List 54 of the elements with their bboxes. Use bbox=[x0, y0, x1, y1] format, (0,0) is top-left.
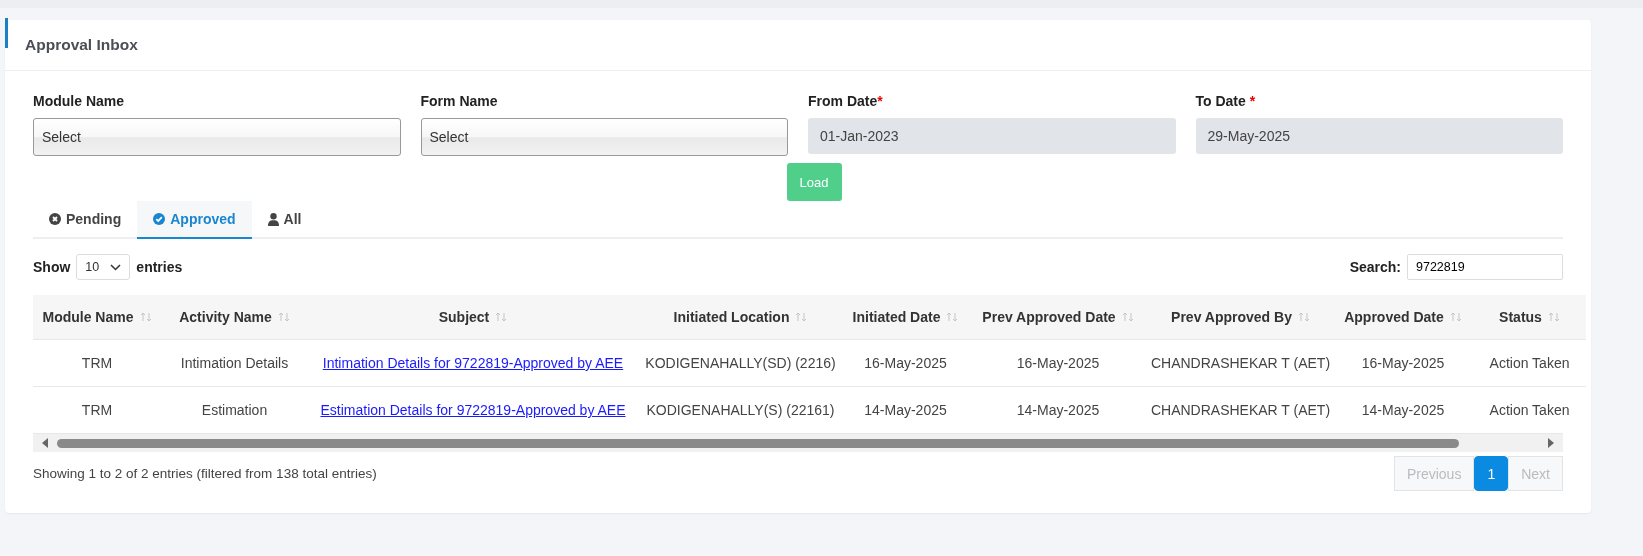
panel-title: Approval Inbox bbox=[25, 36, 138, 54]
search-field[interactable]: 9722819 bbox=[1407, 254, 1563, 280]
column-header[interactable]: Prev Approved By bbox=[1148, 295, 1333, 340]
subject-link[interactable]: Intimation Details for 9722819-Approved by AEE bbox=[322, 355, 624, 371]
tab[interactable]: All bbox=[251, 201, 318, 239]
sort-icon bbox=[795, 312, 808, 322]
page-size-select[interactable]: 10 bbox=[76, 254, 131, 280]
table-cell: Intimation Details bbox=[161, 339, 308, 387]
horizontal-scrollbar[interactable] bbox=[33, 433, 1563, 452]
close-circle-icon bbox=[49, 213, 61, 225]
show-label: Show bbox=[33, 259, 71, 275]
table-cell: CHANDRASHEKAR T (AET) bbox=[1148, 339, 1333, 387]
field-label: To Date * bbox=[1195, 93, 1257, 109]
user-icon bbox=[267, 212, 279, 226]
column-header[interactable]: Approved Date bbox=[1333, 295, 1473, 340]
table-cell: TRM bbox=[33, 339, 161, 387]
column-header[interactable]: Initiated Location bbox=[638, 295, 843, 340]
scroll-left-icon[interactable] bbox=[41, 438, 49, 448]
column-header[interactable]: Activity Name bbox=[161, 295, 308, 340]
sort-icon bbox=[139, 312, 152, 322]
tab[interactable]: Pending bbox=[33, 201, 138, 239]
tab[interactable]: Approved bbox=[137, 201, 252, 239]
column-header[interactable]: Prev Approved Date bbox=[968, 295, 1148, 340]
table-cell: KODIGENAHALLY(SD) (2216) bbox=[638, 339, 843, 387]
date-field[interactable]: 29-May-2025 bbox=[1195, 118, 1563, 154]
sort-icon bbox=[1297, 312, 1310, 322]
chevron-down-icon bbox=[110, 263, 122, 271]
field-label: Form Name bbox=[420, 93, 499, 109]
field-label: From Date* bbox=[808, 93, 884, 109]
table-cell: 16-May-2025 bbox=[843, 339, 968, 387]
column-header[interactable]: Subject bbox=[308, 295, 638, 340]
table-cell: Action Taken bbox=[1473, 339, 1586, 387]
sort-icon bbox=[1449, 312, 1462, 322]
scroll-right-icon[interactable] bbox=[1547, 438, 1555, 448]
sort-icon bbox=[946, 312, 959, 322]
pagination-button[interactable]: 1 bbox=[1474, 456, 1509, 491]
select-field[interactable]: Select bbox=[420, 118, 788, 156]
entries-info: Showing 1 to 2 of 2 entries (filtered from 138 total entries) bbox=[33, 466, 377, 481]
column-header[interactable]: Initiated Date bbox=[843, 295, 968, 340]
sort-icon bbox=[277, 312, 290, 322]
subject-link[interactable]: Estimation Details for 9722819-Approved by AEE bbox=[320, 402, 626, 418]
table-cell: 16-May-2025 bbox=[968, 339, 1148, 387]
sort-icon bbox=[495, 312, 508, 322]
column-header[interactable]: Status bbox=[1473, 295, 1586, 340]
sort-icon bbox=[1547, 312, 1560, 322]
date-field[interactable]: 01-Jan-2023 bbox=[808, 118, 1176, 154]
entries-label: entries bbox=[136, 259, 183, 275]
select-field[interactable]: Select bbox=[33, 118, 401, 156]
check-circle-icon bbox=[153, 213, 166, 225]
table-cell: 16-May-2025 bbox=[1333, 339, 1473, 387]
search-label: Search: bbox=[1349, 259, 1401, 275]
sort-icon bbox=[1121, 312, 1134, 322]
column-header[interactable]: Module Name bbox=[33, 295, 161, 340]
field-label: Module Name bbox=[33, 93, 125, 109]
